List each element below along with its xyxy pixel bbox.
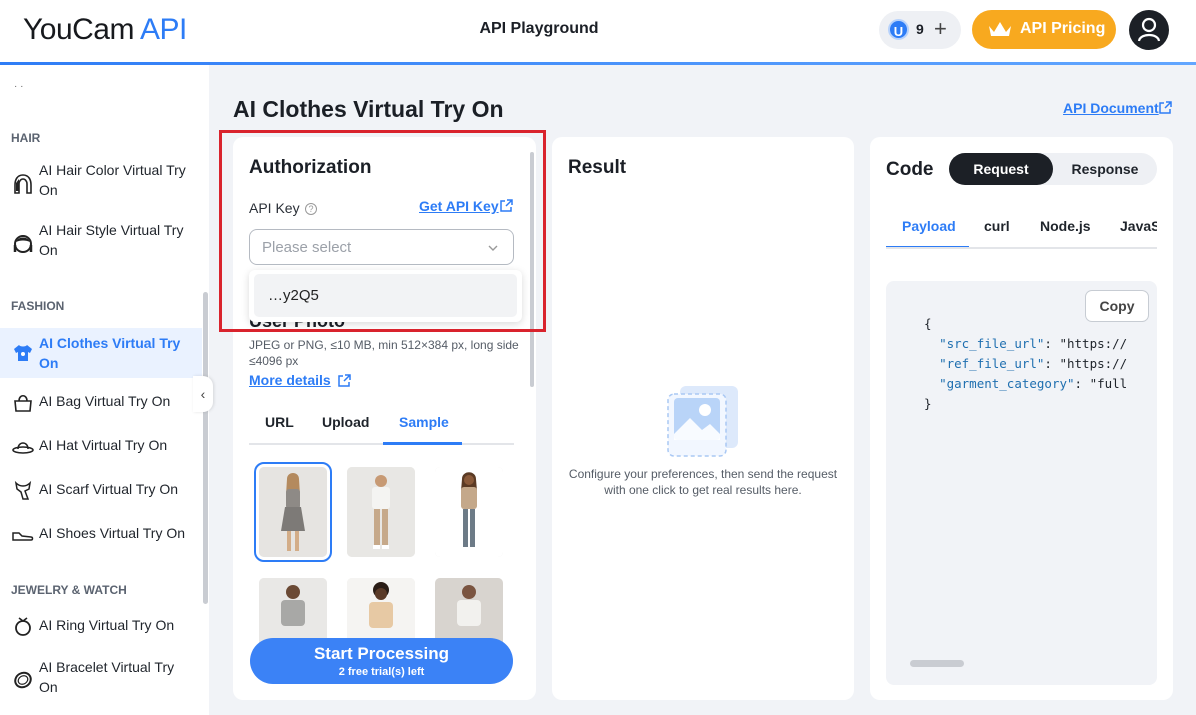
tab-upload[interactable]: Upload xyxy=(322,414,369,430)
highlight-annotation-box xyxy=(219,130,546,332)
scarf-icon xyxy=(14,480,32,500)
result-panel: Result Configure your preferences, then … xyxy=(552,137,854,700)
bracelet-icon xyxy=(14,671,32,689)
page-title: AI Clothes Virtual Try On xyxy=(233,96,504,122)
payload-code: { "src_file_url": "https:// "ref_file_ur… xyxy=(924,316,1128,411)
unit-icon: U xyxy=(888,19,909,40)
hat-icon xyxy=(12,442,34,454)
sidebar-item-label: AI Hair Color Virtual Try On xyxy=(39,162,186,198)
image-placeholder-icon xyxy=(667,386,738,457)
man-beige-pants-image xyxy=(347,467,415,557)
copy-button[interactable]: Copy xyxy=(1085,290,1149,322)
active-tab-indicator xyxy=(383,442,462,445)
add-credits-icon[interactable]: + xyxy=(934,16,947,42)
sidebar-top-dots: · · xyxy=(14,81,24,92)
api-pricing-label: API Pricing xyxy=(1020,20,1106,37)
tab-payload[interactable]: Payload xyxy=(902,218,956,234)
sidebar-item-hair-color[interactable]: AI Hair Color Virtual Try On xyxy=(0,161,202,205)
sidebar-item-label: AI Clothes Virtual Try On xyxy=(39,335,181,371)
request-toggle[interactable]: Request xyxy=(949,153,1053,185)
code-horizontal-scrollbar[interactable] xyxy=(910,660,964,667)
woman-jeans-image xyxy=(435,467,503,557)
result-empty-message: Configure your preferences, then send th… xyxy=(568,467,838,497)
active-tab-indicator xyxy=(886,246,969,247)
hair-color-icon xyxy=(14,174,32,194)
sidebar-scrollbar[interactable] xyxy=(203,292,208,604)
tab-nodejs[interactable]: Node.js xyxy=(1040,218,1091,234)
sidebar-item-scarf[interactable]: AI Scarf Virtual Try On xyxy=(0,475,202,505)
user-icon xyxy=(1137,17,1161,42)
sample-photo[interactable] xyxy=(435,467,503,557)
code-panel: Code Request Response Payload curl Node.… xyxy=(870,137,1173,700)
sidebar-item-bag[interactable]: AI Bag Virtual Try On xyxy=(0,387,202,417)
sidebar-item-ring[interactable]: AI Ring Virtual Try On xyxy=(0,611,202,641)
crown-icon xyxy=(989,22,1011,36)
sample-photo[interactable] xyxy=(254,462,332,562)
sidebar-item-label: AI Ring Virtual Try On xyxy=(39,617,175,633)
api-pricing-button[interactable]: API Pricing xyxy=(972,10,1116,49)
photo-requirements: JPEG or PNG, ≤10 MB, min 512×384 px, lon… xyxy=(249,338,519,368)
photo-source-tabs: URL Upload Sample xyxy=(249,407,514,445)
tab-curl[interactable]: curl xyxy=(984,218,1010,234)
sample-photo[interactable] xyxy=(347,467,415,557)
shoe-icon xyxy=(12,532,34,541)
sidebar-item-label: AI Hat Virtual Try On xyxy=(39,437,168,453)
sidebar-item-label: AI Hair Style Virtual Try On xyxy=(39,222,184,258)
sidebar: · · HAIR AI Hair Color Virtual Try On AI… xyxy=(0,65,209,715)
sidebar-item-label: AI Bracelet Virtual Try On xyxy=(39,659,175,695)
section-hair: HAIR xyxy=(11,131,41,145)
tab-url[interactable]: URL xyxy=(265,414,294,430)
tab-javascript[interactable]: JavaS xyxy=(1120,218,1157,234)
credit-count: 9 xyxy=(916,21,924,37)
start-processing-label: Start Processing xyxy=(313,644,450,663)
bag-icon xyxy=(14,394,32,412)
external-link-icon xyxy=(1159,101,1172,114)
start-processing-button[interactable]: Start Processing 2 free trial(s) left xyxy=(250,638,513,684)
sidebar-item-label: AI Bag Virtual Try On xyxy=(39,393,171,409)
sidebar-item-hat[interactable]: AI Hat Virtual Try On xyxy=(0,431,202,461)
code-language-tabs: Payload curl Node.js JavaS xyxy=(886,207,1157,249)
response-toggle[interactable]: Response xyxy=(1053,153,1157,185)
section-fashion: FASHION xyxy=(11,299,65,313)
user-avatar[interactable] xyxy=(1129,10,1169,50)
code-block: { "src_file_url": "https:// "ref_file_ur… xyxy=(886,281,1157,685)
top-header: YouCam API API Playground U 9 + API Prici… xyxy=(0,0,1196,62)
request-response-toggle: Request Response xyxy=(949,153,1157,185)
code-title: Code xyxy=(886,159,934,180)
sidebar-item-clothes[interactable]: AI Clothes Virtual Try On xyxy=(0,328,202,378)
ring-icon xyxy=(15,617,31,636)
sidebar-item-shoes[interactable]: AI Shoes Virtual Try On xyxy=(0,519,202,549)
woman-gray-dress-image xyxy=(259,467,327,557)
api-document-link[interactable]: API Document xyxy=(1063,100,1172,116)
tab-sample[interactable]: Sample xyxy=(399,414,449,430)
more-details-link[interactable]: More details xyxy=(249,372,351,388)
sidebar-item-label: AI Scarf Virtual Try On xyxy=(39,481,179,497)
hair-style-icon xyxy=(13,235,33,253)
sidebar-item-bracelet[interactable]: AI Bracelet Virtual Try On xyxy=(0,657,202,701)
collapse-sidebar-button[interactable]: ‹ xyxy=(193,376,213,412)
sidebar-item-label: AI Shoes Virtual Try On xyxy=(39,525,186,541)
result-title: Result xyxy=(568,157,627,178)
free-trials-label: 2 free trial(s) left xyxy=(338,666,425,678)
shirt-icon xyxy=(14,345,32,361)
credits-pill[interactable]: U 9 + xyxy=(879,11,961,49)
section-jewelry-watch: JEWELRY & WATCH xyxy=(11,583,127,597)
external-link-icon xyxy=(338,374,351,387)
sidebar-item-hair-style[interactable]: AI Hair Style Virtual Try On xyxy=(0,221,202,265)
